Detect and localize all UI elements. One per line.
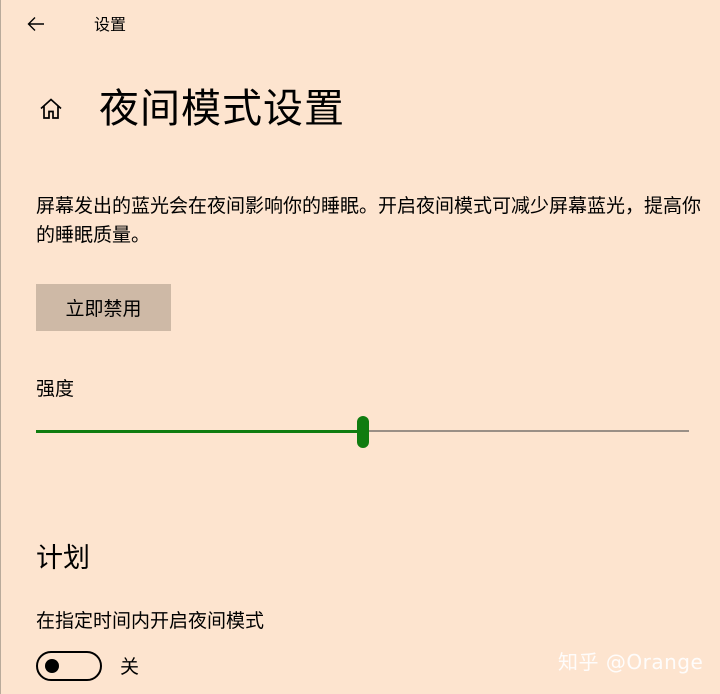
schedule-section-title: 计划: [36, 543, 90, 574]
slider-fill: [36, 430, 363, 433]
back-button[interactable]: [22, 8, 50, 40]
toggle-state-text: 关: [120, 656, 140, 678]
schedule-toggle-label: 在指定时间内开启夜间模式: [36, 610, 265, 632]
strength-label: 强度: [36, 378, 75, 400]
toggle-knob: [45, 659, 59, 673]
slider-thumb[interactable]: [356, 416, 369, 448]
title-bar: 设置: [0, 0, 720, 50]
page-title: 夜间模式设置: [99, 86, 345, 132]
night-light-description: 屏幕发出的蓝光会在夜间影响你的睡眠。开启夜间模式可减少屏幕蓝光，提高你的睡眠质量…: [36, 195, 702, 246]
window-left-border: [0, 0, 1, 694]
watermark: 知乎 @Orange: [558, 650, 704, 674]
arrow-left-icon: [27, 17, 44, 31]
schedule-toggle[interactable]: [36, 651, 102, 681]
strength-slider[interactable]: [36, 416, 689, 448]
disable-now-button[interactable]: 立即禁用: [36, 284, 171, 331]
home-icon[interactable]: [36, 94, 66, 124]
window-title: 设置: [94, 15, 127, 34]
